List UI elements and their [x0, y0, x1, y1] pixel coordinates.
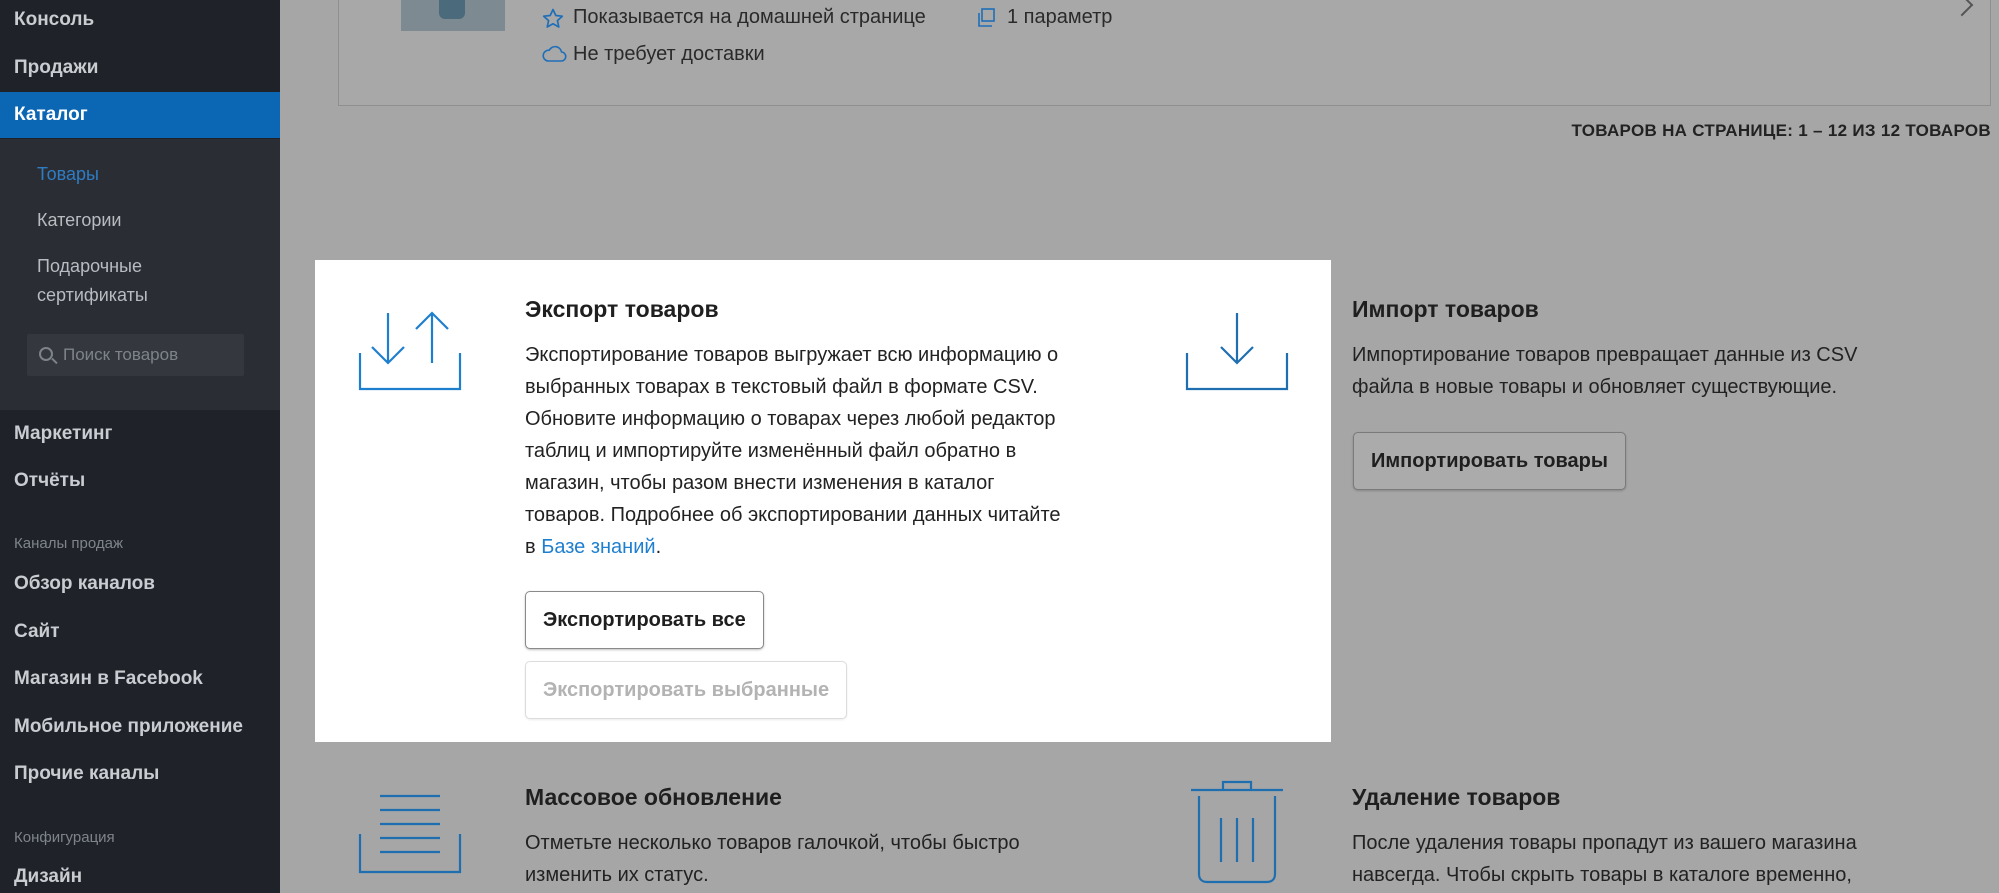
copies-icon [978, 8, 995, 27]
nav-sub-categories[interactable]: Категории [37, 206, 121, 235]
nav-sub-gift-cards[interactable]: Подарочные сертификаты [37, 252, 148, 310]
import-button[interactable]: Импортировать товары [1353, 432, 1626, 490]
export-icon [358, 311, 462, 391]
export-selected-button: Экспортировать выбранные [525, 661, 848, 719]
nav-item-reports[interactable]: Отчёты [0, 458, 280, 504]
export-title: Экспорт товаров [525, 296, 719, 322]
cloud-icon [542, 45, 567, 62]
nav-item-sales[interactable]: Продажи [0, 45, 280, 91]
chevron-right-icon[interactable] [1950, 0, 1974, 17]
nav-item-console[interactable]: Консоль [0, 0, 280, 43]
nav-item-design[interactable]: Дизайн [0, 854, 280, 893]
product-search-input[interactable] [63, 334, 238, 376]
list-icon [358, 794, 462, 874]
pagination-summary: ТОВАРОВ НА СТРАНИЦЕ: 1 – 12 ИЗ 12 ТОВАРО… [1571, 121, 1991, 140]
product-search [27, 334, 244, 376]
nav-item-facebook-shop[interactable]: Магазин в Facebook [0, 656, 280, 702]
product-featured-label: Показывается на домашней странице [573, 6, 926, 28]
product-thumbnail [401, 0, 505, 31]
trash-icon [1191, 780, 1283, 884]
nav-item-mobile-app[interactable]: Мобильное приложение [0, 704, 280, 750]
search-icon [39, 347, 53, 361]
knowledge-base-link[interactable]: Базе знаний [541, 536, 655, 558]
product-card[interactable]: Показывается на домашней странице 1 пара… [338, 0, 1991, 106]
product-options-label: 1 параметр [1007, 6, 1113, 28]
nav-item-site[interactable]: Сайт [0, 609, 280, 655]
export-all-button[interactable]: Экспортировать все [525, 591, 764, 649]
star-icon [542, 8, 564, 28]
nav-sub-products[interactable]: Товары [37, 160, 99, 189]
import-description: Импортирование товаров превращает данные… [1352, 344, 1858, 398]
export-panel: Экспорт товаров Экспортирование товаров … [315, 260, 1331, 742]
product-shipping-label: Не требует доставки [573, 43, 765, 65]
nav-item-marketing[interactable]: Маркетинг [0, 411, 280, 457]
nav-group-channels: Каналы продаж [14, 535, 124, 552]
bulk-update-description: Отметьте несколько товаров галочкой, что… [525, 832, 1020, 886]
nav-group-config: Конфигурация [14, 829, 115, 846]
delete-description: После удаления товары пропадут из вашего… [1352, 832, 1857, 886]
delete-title: Удаление товаров [1352, 784, 1561, 810]
export-description: Экспортирование товаров выгружает всю ин… [525, 344, 1061, 558]
nav-sub-gift-line2: сертификаты [37, 285, 148, 305]
nav-item-other-channels[interactable]: Прочие каналы [0, 751, 280, 797]
nav-sub-gift-line1: Подарочные [37, 256, 142, 276]
main-content: Показывается на домашней странице 1 пара… [280, 0, 1999, 893]
bulk-update-title: Массовое обновление [525, 784, 782, 810]
nav-item-catalog[interactable]: Каталог [0, 92, 280, 138]
nav-item-channels-overview[interactable]: Обзор каналов [0, 561, 280, 607]
sidebar: Консоль Продажи Каталог Товары Категории… [0, 0, 280, 893]
import-icon [1185, 313, 1289, 391]
import-title: Импорт товаров [1352, 296, 1539, 322]
